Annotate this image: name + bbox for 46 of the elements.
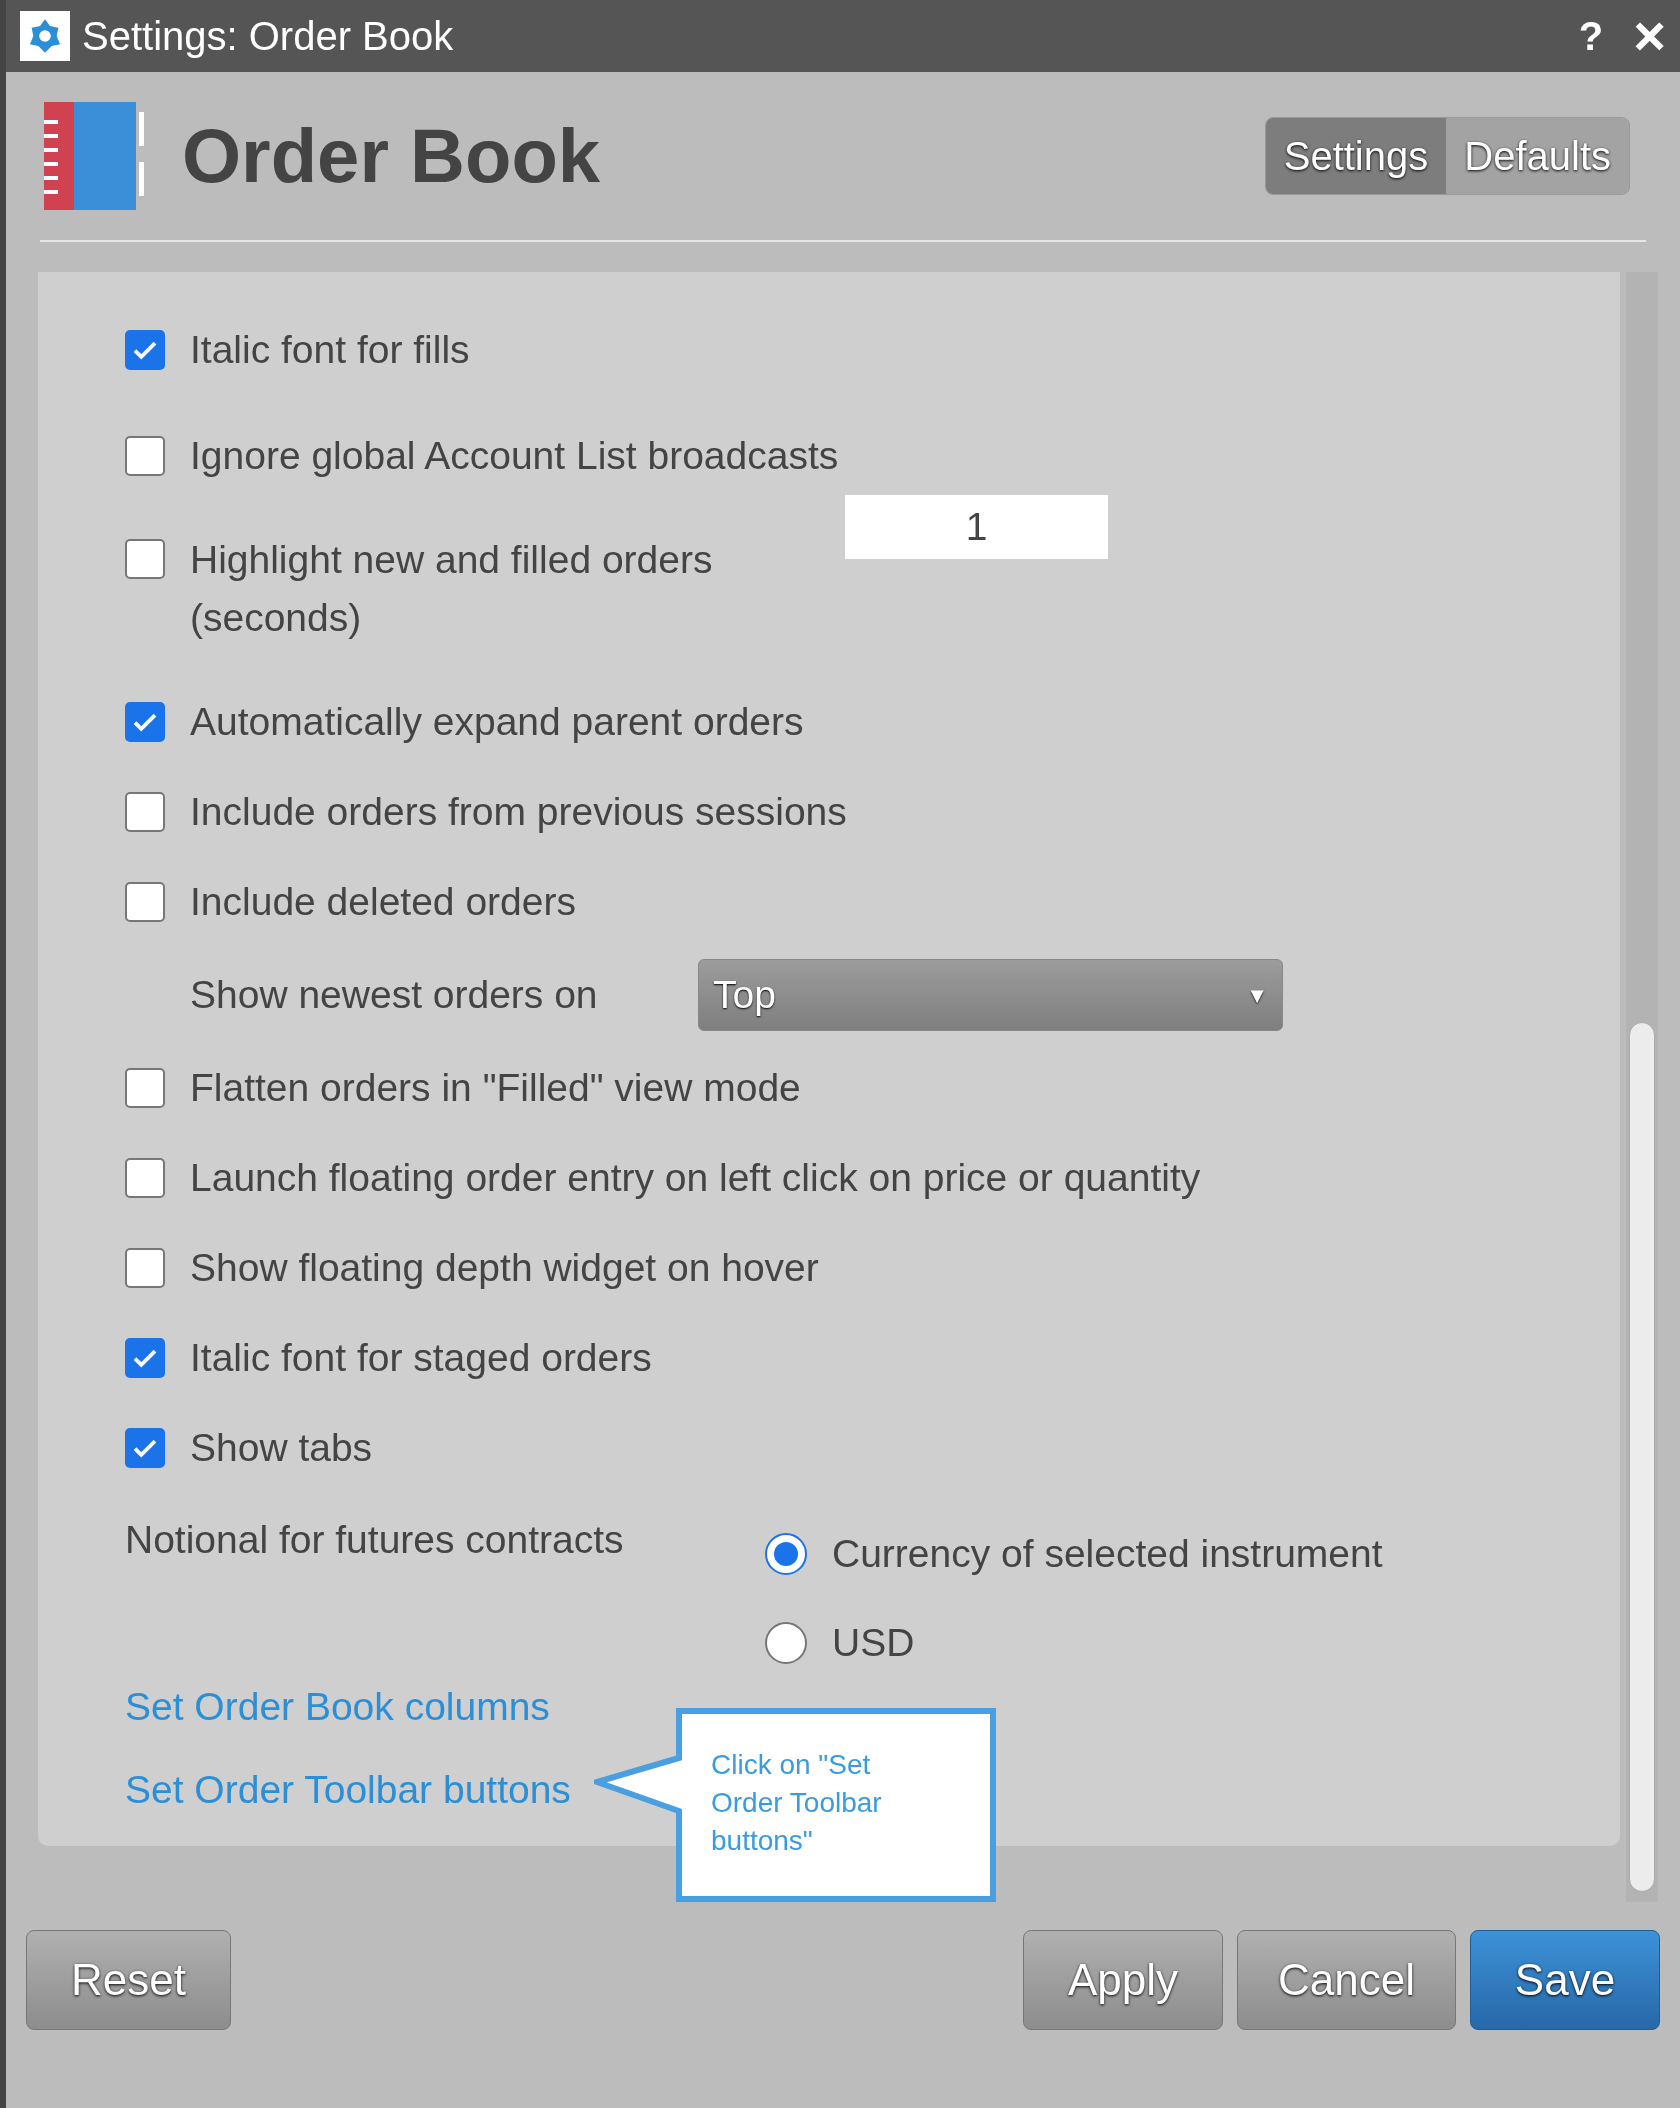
checkbox[interactable] <box>125 1158 165 1198</box>
checkbox[interactable] <box>125 1428 165 1468</box>
option-label: Ignore global Account List broadcasts <box>190 432 839 479</box>
option-label: Show tabs <box>190 1424 373 1471</box>
help-button[interactable]: ? <box>1578 6 1604 66</box>
scrollbar[interactable] <box>1626 272 1658 1902</box>
checkbox[interactable] <box>125 330 165 370</box>
radio-button[interactable] <box>765 1533 807 1576</box>
checkbox[interactable] <box>125 792 165 832</box>
option-label: Launch floating order entry on left click on price or quantity <box>190 1154 1201 1201</box>
option-label: Include orders from previous sessions <box>190 788 847 835</box>
close-button[interactable]: × <box>1633 8 1666 64</box>
dialog-button[interactable]: Apply <box>1023 1930 1224 2030</box>
option-label: Italic font for staged orders <box>190 1334 652 1381</box>
option-label: Flatten orders in "Filled" view mode <box>190 1064 801 1111</box>
window-title: Settings: Order Book <box>82 13 454 60</box>
callout-text: Click on "Set Order Toolbar buttons" <box>711 1748 883 1858</box>
option-label: Automatically expand parent orders <box>190 698 804 745</box>
checkbox[interactable] <box>125 436 165 476</box>
dialog-button[interactable]: Cancel <box>1237 1930 1456 2030</box>
option-label: Show newest orders on <box>190 971 599 1018</box>
checkbox[interactable] <box>125 539 165 579</box>
radio-label: USD <box>832 1619 915 1666</box>
reset-button[interactable]: Reset <box>26 1930 231 2030</box>
option-label: Notional for futures contracts <box>125 1517 625 1563</box>
page-title: Order Book <box>182 112 601 200</box>
header-tab[interactable]: Settings <box>1265 118 1447 194</box>
option-label: Highlight new and filled orders (seconds) <box>190 537 714 641</box>
app-icon <box>20 11 70 61</box>
checkbox[interactable] <box>125 882 165 922</box>
settings-link[interactable]: Set Order Book columns <box>125 1678 550 1737</box>
checkbox[interactable] <box>125 702 165 742</box>
radio-label: Currency of selected instrument <box>832 1531 1383 1577</box>
radio-button[interactable] <box>765 1621 807 1664</box>
option-label: Include deleted orders <box>190 878 576 925</box>
checkbox[interactable] <box>125 1338 165 1378</box>
settings-link[interactable]: Set Order Toolbar buttons <box>125 1760 571 1819</box>
seconds-field[interactable]: 1 <box>845 495 1108 559</box>
option-label: Italic font for fills <box>190 326 470 373</box>
order-position-dropdown[interactable]: Top ▼ <box>698 959 1283 1031</box>
checkbox[interactable] <box>125 1068 165 1108</box>
option-label: Show floating depth widget on hover <box>190 1244 819 1291</box>
dialog-button[interactable]: Save <box>1470 1930 1660 2030</box>
book-icon <box>44 102 144 210</box>
header-tab[interactable]: Defaults <box>1446 118 1629 194</box>
checkbox[interactable] <box>125 1248 165 1288</box>
